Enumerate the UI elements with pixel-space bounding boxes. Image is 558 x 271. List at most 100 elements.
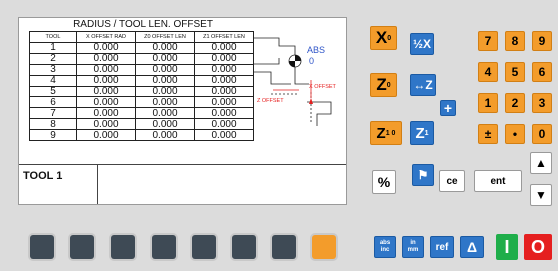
col-z1-offset: Z1 OFFSET LEN (194, 31, 254, 43)
softkey-4[interactable] (152, 235, 176, 259)
cell-z1[interactable]: 0.000 (194, 118, 254, 131)
cell-tool[interactable]: 6 (29, 96, 77, 109)
cell-x[interactable]: 0.000 (76, 118, 136, 131)
screen-title: RADIUS / TOOL LEN. OFFSET (73, 19, 213, 30)
cell-z1[interactable]: 0.000 (194, 96, 254, 109)
cell-z1[interactable]: 0.000 (194, 52, 254, 65)
z10-key-label: Z (376, 124, 386, 142)
cell-x[interactable]: 0.000 (76, 42, 136, 54)
cell-tool[interactable]: 9 (29, 129, 77, 142)
status-divider (19, 164, 346, 165)
diagram-zero-label: 0 (309, 56, 314, 66)
cell-x[interactable]: 0.000 (76, 96, 136, 109)
numpad-key-3[interactable]: 3 (532, 93, 552, 113)
z10-key[interactable]: Z1 0 (370, 121, 402, 145)
numpad-key-0[interactable]: 0 (532, 124, 552, 144)
cell-tool[interactable]: 7 (29, 107, 77, 120)
cell-x[interactable]: 0.000 (76, 107, 136, 120)
cell-z0[interactable]: 0.000 (135, 74, 195, 87)
numpad-key-label: • (512, 127, 518, 141)
cell-z0[interactable]: 0.000 (135, 107, 195, 120)
abs-inc-key[interactable]: abs inc (374, 236, 396, 258)
control-panel: RADIUS / TOOL LEN. OFFSET TOOL X OFFSET … (0, 0, 558, 271)
x0-key[interactable]: X0 (370, 26, 397, 50)
table-row: 9 0.000 0.000 0.000 (29, 129, 254, 142)
numpad-key-4[interactable]: 4 (478, 62, 498, 82)
cell-z1[interactable]: 0.000 (194, 129, 254, 142)
z10-key-sub: 1 0 (385, 129, 396, 137)
numpad-key-decimal[interactable]: • (505, 124, 525, 144)
ent-key[interactable]: ent (474, 170, 522, 192)
z-arrow-key[interactable]: ↔Z (410, 74, 436, 96)
numpad-key-label: 0 (538, 127, 546, 141)
col-x-offset: X OFFSET RAD (76, 31, 136, 43)
softkey-6[interactable] (232, 235, 256, 259)
table-row: 7 0.000 0.000 0.000 (29, 107, 254, 120)
cell-x[interactable]: 0.000 (76, 52, 136, 65)
numpad-key-9[interactable]: 9 (532, 31, 552, 51)
numpad-key-5[interactable]: 5 (505, 62, 525, 82)
z0-key[interactable]: Z0 (370, 73, 397, 97)
numpad-key-6[interactable]: 6 (532, 62, 552, 82)
cell-tool[interactable]: 5 (29, 85, 77, 98)
delta-key[interactable]: Δ (460, 236, 484, 258)
softkey-2[interactable] (70, 235, 94, 259)
in-mm-key[interactable]: in mm (402, 236, 424, 258)
cell-z1[interactable]: 0.000 (194, 63, 254, 76)
cell-x[interactable]: 0.000 (76, 74, 136, 87)
cell-z1[interactable]: 0.000 (194, 42, 254, 54)
numpad-key-7[interactable]: 7 (478, 31, 498, 51)
cell-z1[interactable]: 0.000 (194, 74, 254, 87)
cell-z0[interactable]: 0.000 (135, 85, 195, 98)
cell-z0[interactable]: 0.000 (135, 118, 195, 131)
numpad-key-label: 1 (484, 96, 492, 110)
cell-x[interactable]: 0.000 (76, 129, 136, 142)
numpad-key-label: 6 (538, 65, 546, 79)
cell-z0[interactable]: 0.000 (135, 42, 195, 54)
table-row: 8 0.000 0.000 0.000 (29, 118, 254, 131)
cell-z0[interactable]: 0.000 (135, 129, 195, 142)
cell-x[interactable]: 0.000 (76, 63, 136, 76)
numpad-key-label: 3 (538, 96, 546, 110)
numpad-key-label: ± (484, 127, 492, 141)
cell-z1[interactable]: 0.000 (194, 85, 254, 98)
off-key[interactable]: O (524, 234, 552, 260)
inc-key-label: inc (380, 247, 390, 253)
softkey-7[interactable] (272, 235, 296, 259)
softkey-8[interactable] (312, 235, 336, 259)
z0-key-sub: 0 (386, 81, 391, 89)
numpad-key-2[interactable]: 2 (505, 93, 525, 113)
on-key[interactable]: I (496, 234, 518, 260)
numpad-key-1[interactable]: 1 (478, 93, 498, 113)
cell-z1[interactable]: 0.000 (194, 107, 254, 120)
tool-key[interactable]: ⚑ (412, 164, 434, 186)
cell-x[interactable]: 0.000 (76, 85, 136, 98)
cell-tool[interactable]: 2 (29, 52, 77, 65)
numpad-key-8[interactable]: 8 (505, 31, 525, 51)
numpad-key-plus-minus[interactable]: ± (478, 124, 498, 144)
ce-key[interactable]: ce (439, 170, 465, 192)
half-x-key[interactable]: ½X (410, 33, 434, 55)
cell-z0[interactable]: 0.000 (135, 96, 195, 109)
half-x-key-label: ½X (412, 37, 431, 51)
arrow-down-key[interactable]: ▼ (530, 184, 552, 206)
mm-key-label: mm (407, 247, 419, 253)
plus-key[interactable]: + (440, 100, 456, 116)
softkey-5[interactable] (192, 235, 216, 259)
cell-tool[interactable]: 1 (29, 42, 77, 54)
cell-z0[interactable]: 0.000 (135, 52, 195, 65)
arrow-up-icon: ▲ (535, 156, 547, 170)
z1-key[interactable]: Z1 (410, 121, 434, 145)
table-row: 2 0.000 0.000 0.000 (29, 52, 254, 65)
cell-z0[interactable]: 0.000 (135, 63, 195, 76)
cell-tool[interactable]: 3 (29, 63, 77, 76)
flag-icon: ⚑ (417, 168, 429, 182)
ref-key[interactable]: ref (430, 236, 454, 258)
arrow-up-key[interactable]: ▲ (530, 152, 552, 174)
softkey-1[interactable] (30, 235, 54, 259)
cell-tool[interactable]: 4 (29, 74, 77, 87)
ent-key-label: ent (490, 175, 506, 187)
softkey-3[interactable] (111, 235, 135, 259)
fraction-key[interactable]: % (372, 170, 396, 194)
cell-tool[interactable]: 8 (29, 118, 77, 131)
